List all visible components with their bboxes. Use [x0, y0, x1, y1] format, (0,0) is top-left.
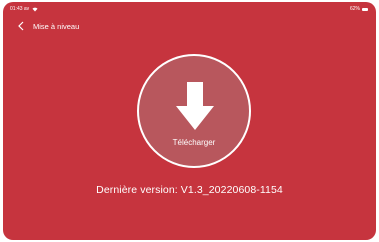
version-text: Dernière version: V1.3_20220608-1154: [96, 184, 283, 196]
status-time: 01:43 av: [10, 6, 30, 12]
status-bar: 01:43 av 62%: [3, 2, 376, 14]
status-right: 62%: [350, 6, 368, 12]
header: Mise à niveau: [17, 18, 79, 34]
chevron-left-icon[interactable]: [17, 20, 25, 32]
download-label: Télécharger: [172, 138, 216, 147]
device-screen: 01:43 av 62% Mise à niveau Télécharger D…: [3, 2, 376, 240]
status-left: 01:43 av: [10, 6, 38, 12]
download-button[interactable]: Télécharger: [137, 54, 251, 168]
wifi-icon: [32, 7, 38, 11]
battery-icon: [362, 7, 368, 11]
page-title: Mise à niveau: [33, 21, 80, 31]
arrow-down-icon: [176, 82, 214, 130]
battery-level: 62%: [349, 6, 360, 12]
